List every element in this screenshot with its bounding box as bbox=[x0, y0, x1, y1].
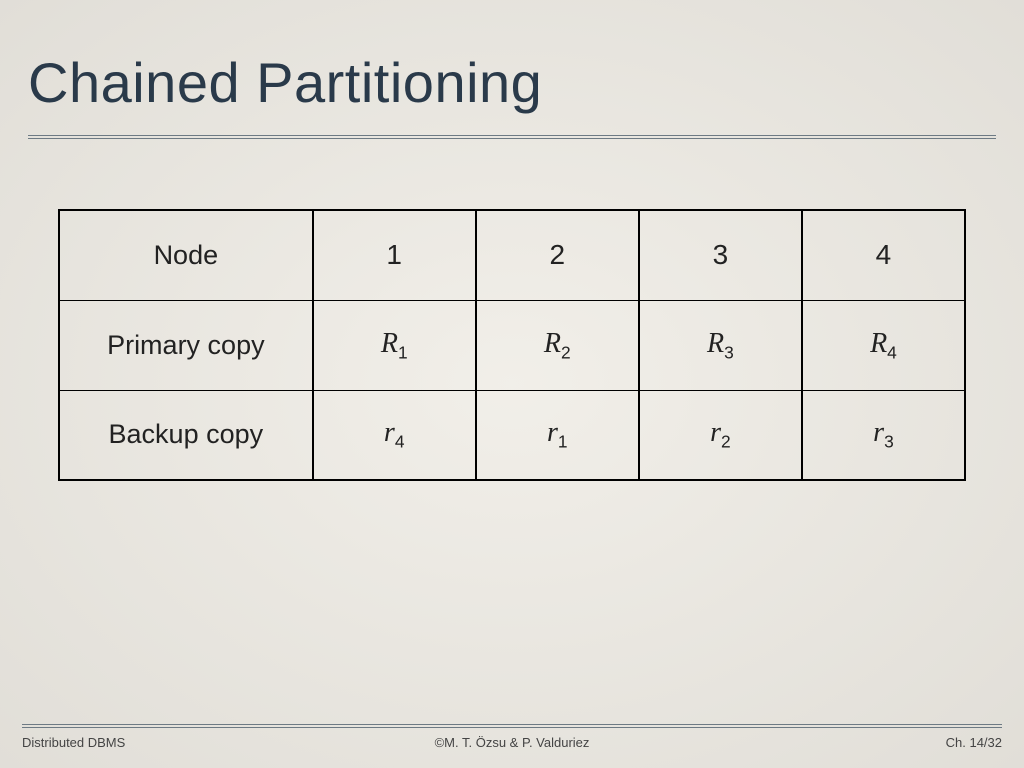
footer-center: ©M. T. Özsu & P. Valduriez bbox=[435, 735, 590, 750]
cell-primary-3: R3 bbox=[639, 300, 802, 390]
cell-node-3: 3 bbox=[639, 210, 802, 300]
footer-left: Distributed DBMS bbox=[22, 735, 125, 750]
cell-primary-1: R1 bbox=[313, 300, 476, 390]
title-divider bbox=[28, 135, 996, 139]
footer-divider bbox=[22, 724, 1002, 728]
cell-primary-2: R2 bbox=[476, 300, 639, 390]
cell-primary-4: R4 bbox=[802, 300, 965, 390]
cell-backup-1: r4 bbox=[313, 390, 476, 480]
table-row: Node 1 2 3 4 bbox=[59, 210, 965, 300]
page-title: Chained Partitioning bbox=[28, 50, 996, 115]
slide: Chained Partitioning Node 1 2 3 4 Primar… bbox=[0, 0, 1024, 768]
cell-backup-3: r2 bbox=[639, 390, 802, 480]
table-row: Primary copy R1 R2 R3 R4 bbox=[59, 300, 965, 390]
footer: Distributed DBMS ©M. T. Özsu & P. Valdur… bbox=[0, 735, 1024, 750]
row-label-backup: Backup copy bbox=[59, 390, 313, 480]
footer-right: Ch. 14/32 bbox=[946, 735, 1002, 750]
cell-node-2: 2 bbox=[476, 210, 639, 300]
cell-node-4: 4 bbox=[802, 210, 965, 300]
table-container: Node 1 2 3 4 Primary copy R1 R2 R3 R4 Ba… bbox=[58, 209, 966, 481]
cell-backup-2: r1 bbox=[476, 390, 639, 480]
cell-backup-4: r3 bbox=[802, 390, 965, 480]
row-label-primary: Primary copy bbox=[59, 300, 313, 390]
partition-table: Node 1 2 3 4 Primary copy R1 R2 R3 R4 Ba… bbox=[58, 209, 966, 481]
row-label-node: Node bbox=[59, 210, 313, 300]
table-row: Backup copy r4 r1 r2 r3 bbox=[59, 390, 965, 480]
cell-node-1: 1 bbox=[313, 210, 476, 300]
